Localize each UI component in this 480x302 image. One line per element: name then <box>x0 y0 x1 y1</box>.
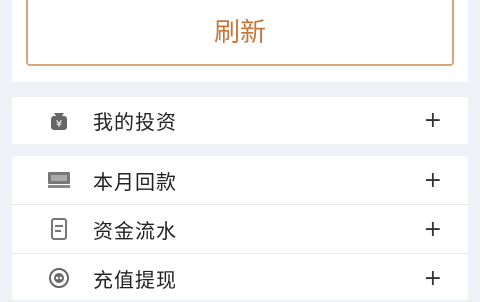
svg-text:¥: ¥ <box>56 119 62 130</box>
document-icon <box>46 216 72 242</box>
menu-item-my-investment[interactable]: ¥ 我的投资 + <box>12 97 468 144</box>
plus-icon[interactable]: + <box>424 217 442 242</box>
plus-icon[interactable]: + <box>424 108 442 133</box>
menu-item-monthly-repayment[interactable]: 本月回款 + <box>12 156 468 204</box>
money-bag-icon: ¥ <box>46 108 72 134</box>
refresh-card: 刷新 <box>12 0 468 82</box>
menu-item-recharge-withdraw[interactable]: 充值提现 + <box>12 253 468 302</box>
funds-section: 本月回款 + 资金流水 + 充值提现 + <box>12 156 468 300</box>
menu-item-fund-flow[interactable]: 资金流水 + <box>12 204 468 253</box>
menu-item-label: 资金流水 <box>93 218 177 243</box>
plus-icon[interactable]: + <box>424 266 442 291</box>
wallet-icon <box>46 265 72 291</box>
refresh-button[interactable]: 刷新 <box>26 0 454 66</box>
plus-icon[interactable]: + <box>424 168 442 193</box>
menu-item-label: 我的投资 <box>93 110 177 134</box>
menu-item-label: 充值提现 <box>93 267 177 292</box>
cash-icon <box>46 167 72 193</box>
menu-item-label: 本月回款 <box>93 169 177 194</box>
investment-section: ¥ 我的投资 + <box>12 97 468 144</box>
